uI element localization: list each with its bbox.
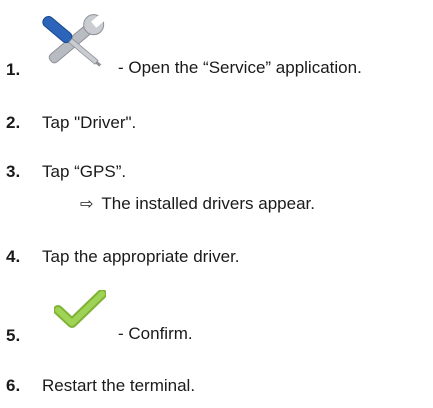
step-3-result: ⇨ The installed drivers appear. [80,194,315,214]
step-text: Tap the appropriate driver. [42,247,240,266]
result-arrow-icon: ⇨ [80,194,94,213]
wrench-screwdriver-icon [34,6,112,83]
step-text: Restart the terminal. [42,376,196,395]
step-text: Tap “GPS”. [42,162,127,181]
step-3: 3. Tap “GPS”. [0,162,433,186]
step-6: 6. Restart the terminal. [0,376,433,400]
step-number: 3. [6,162,21,181]
result-text: The installed drivers appear. [101,194,315,213]
step-number: 5. [6,326,21,345]
step-1: 1. - Open the “Service” application. [0,0,433,80]
step-number: 6. [6,376,21,395]
step-text: - Confirm. [118,324,193,343]
step-2: 2. Tap "Driver". [0,113,433,137]
step-text: - Open the “Service” application. [118,58,362,77]
step-number: 1. [6,60,21,79]
step-4: 4. Tap the appropriate driver. [0,247,433,271]
step-number: 2. [6,113,21,132]
step-number: 4. [6,247,21,266]
checkmark-icon [53,289,107,335]
step-text: Tap "Driver". [42,113,137,132]
step-5: 5. - Confirm. [0,289,433,350]
